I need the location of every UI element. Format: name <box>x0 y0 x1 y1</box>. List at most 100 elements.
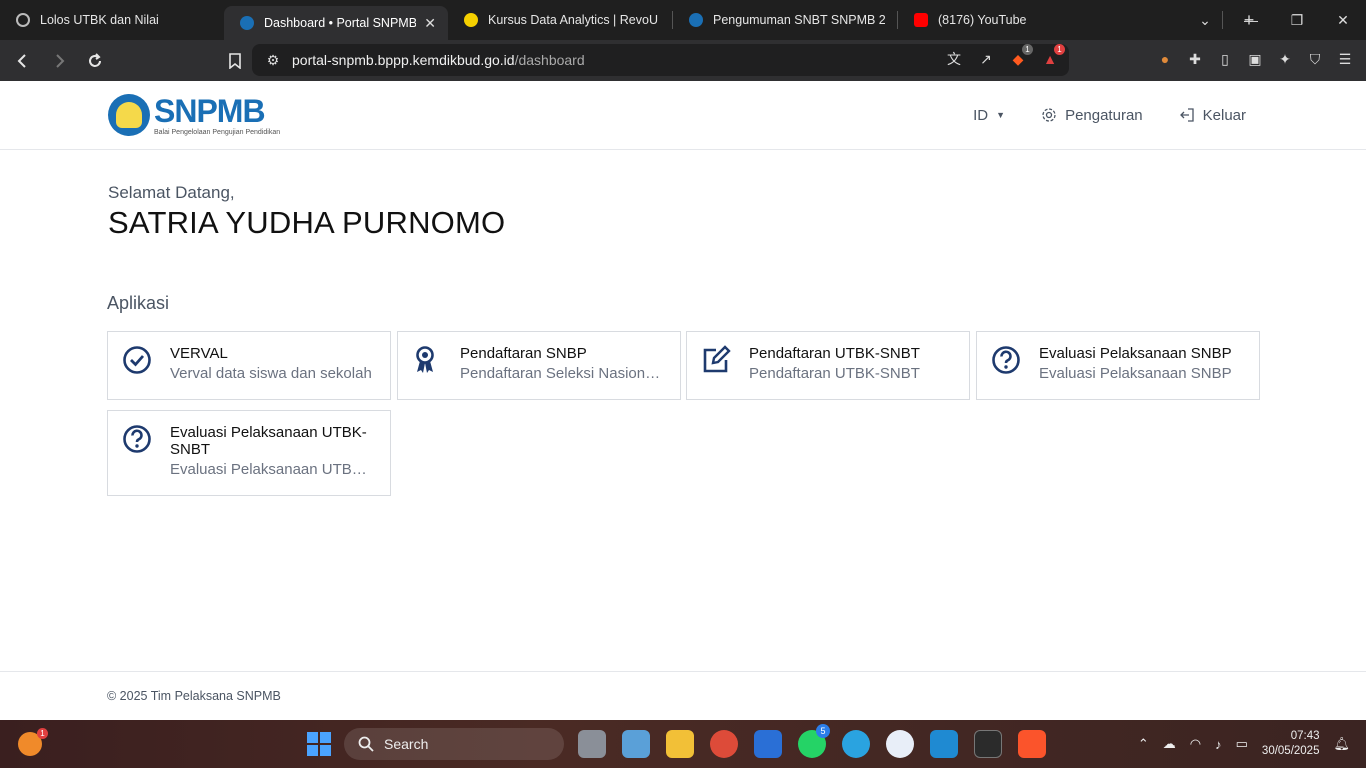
tab-pengumuman[interactable]: Pengumuman SNBT SNPMB 2025 <box>673 0 897 40</box>
extensions-puzzle-icon[interactable]: ✚ <box>1186 50 1204 68</box>
tab-lolos-utbk[interactable]: Lolos UTBK dan Nilai <box>0 0 224 40</box>
tab-list-icon[interactable]: ⌄ <box>1182 12 1228 29</box>
app-description: Evaluasi Pelaksanaan UTBK-S... <box>170 461 376 478</box>
shields-badge: 1 <box>1022 44 1033 55</box>
back-button[interactable] <box>8 46 38 76</box>
tab-title: Lolos UTBK dan Nilai <box>40 13 159 27</box>
brave-shields-icon[interactable]: ◆ 1 <box>1009 44 1033 68</box>
snpmb-logo[interactable]: SNPMB Balai Pengelolaan Pengujian Pendid… <box>108 94 280 136</box>
tab-revou[interactable]: Kursus Data Analytics | RevoU Mi <box>448 0 672 40</box>
onedrive-icon[interactable]: ☁ <box>1163 736 1176 752</box>
apps-heading: Aplikasi <box>107 293 170 313</box>
revou-icon <box>464 13 478 27</box>
language-label: ID <box>973 106 989 124</box>
clock-date: 30/05/2025 <box>1261 745 1320 757</box>
share-icon[interactable]: ↗ <box>977 50 995 68</box>
youtube-icon <box>914 13 928 27</box>
leo-ai-icon[interactable]: ✦ <box>1276 50 1294 68</box>
clock[interactable]: 07:43 30/05/2025 <box>1262 729 1320 759</box>
volume-icon[interactable]: ♪ <box>1215 737 1222 752</box>
forward-button[interactable] <box>44 46 74 76</box>
app-title: VERVAL <box>170 345 228 362</box>
logout-link[interactable]: Keluar <box>1179 107 1246 124</box>
settings-link[interactable]: Pengaturan <box>1041 107 1143 124</box>
notification-bell-icon[interactable]: 🔔︎ <box>1333 736 1350 752</box>
brave-rewards-icon[interactable]: ▲ 1 <box>1041 44 1065 68</box>
close-icon[interactable]: ✕ <box>424 15 436 32</box>
restore-button[interactable]: ❐ <box>1274 12 1320 29</box>
app-description: Evaluasi Pelaksanaan SNBP <box>1039 365 1232 382</box>
app-card-pendaftaran-snbp[interactable]: Pendaftaran SNBP Pendaftaran Seleksi Nas… <box>397 331 681 400</box>
logout-icon <box>1179 108 1194 122</box>
app-title: Evaluasi Pelaksanaan SNBP <box>1039 345 1232 362</box>
site-settings-icon[interactable]: ⚙ <box>264 51 282 69</box>
tab-title: (8176) YouTube <box>938 13 1027 27</box>
omnibox-actions: 文 ↗ ◆ 1 ▲ 1 <box>945 44 1065 68</box>
cookie-extension-icon[interactable]: ● <box>1156 50 1174 68</box>
header-menu: ID ▼ Pengaturan Keluar <box>973 107 1246 124</box>
reload-icon <box>89 52 101 67</box>
app-card-evaluasi-utbk[interactable]: Evaluasi Pelaksanaan UTBK-SNBT Evaluasi … <box>107 410 391 496</box>
app-card-verval[interactable]: VERVAL Verval data siswa dan sekolah <box>107 331 391 400</box>
bookmark-icon <box>229 52 241 69</box>
bookmark-button[interactable] <box>220 46 250 76</box>
logout-label: Keluar <box>1202 106 1246 124</box>
url-host: portal-snpmb.bppp.kemdikbud.go.id <box>292 52 515 68</box>
taskbar-search[interactable]: Search <box>344 728 564 760</box>
app-store-icon[interactable] <box>886 730 914 758</box>
brave-browser-icon[interactable] <box>1018 730 1046 758</box>
tab-youtube[interactable]: (8176) YouTube <box>898 0 1122 40</box>
wallet-icon[interactable]: ▣ <box>1246 50 1264 68</box>
minimize-button[interactable]: — <box>1228 12 1274 28</box>
battery-icon[interactable]: ▭ <box>1236 736 1248 752</box>
whatsapp-badge: 5 <box>816 724 830 738</box>
welcome-greeting: Selamat Datang, <box>108 183 235 202</box>
app-description: Pendaftaran UTBK-SNBT <box>749 365 920 382</box>
app-card-pendaftaran-utbk[interactable]: Pendaftaran UTBK-SNBT Pendaftaran UTBK-S… <box>686 331 970 400</box>
wifi-icon[interactable]: ◠ <box>1190 736 1201 752</box>
file-explorer-icon[interactable] <box>666 730 694 758</box>
sidebar-icon[interactable]: ▯ <box>1216 50 1234 68</box>
footer-copyright: © 2025 Tim Pelaksana SNPMB <box>107 689 281 703</box>
app-description: Verval data siswa dan sekolah <box>170 365 372 382</box>
telegram-icon[interactable] <box>842 730 870 758</box>
site-footer: © 2025 Tim Pelaksana SNPMB <box>0 671 1366 720</box>
check-circle-icon <box>123 346 151 374</box>
address-bar[interactable]: ⚙ portal-snpmb.bppp.kemdikbud.go.id/dash… <box>252 44 1069 76</box>
widgets-icon[interactable]: 1 <box>18 728 48 756</box>
vscode-icon[interactable] <box>930 730 958 758</box>
menu-icon[interactable]: ☰ <box>1336 50 1354 68</box>
app-title: Evaluasi Pelaksanaan UTBK-SNBT <box>170 424 367 458</box>
windows-taskbar: 1 Search 5 ⌃ ☁ ◠ ♪ ▭ 07:43 30/05/2025 🔔︎ <box>0 720 1366 768</box>
task-view-icon[interactable] <box>578 730 606 758</box>
settings-label: Pengaturan <box>1065 106 1143 124</box>
vpn-shield-icon[interactable]: ⛉ <box>1306 50 1324 68</box>
widgets-badge: 1 <box>37 728 48 739</box>
forward-arrow-icon <box>56 53 65 68</box>
clock-time: 07:43 <box>1290 730 1320 742</box>
cloud-app-icon[interactable] <box>754 730 782 758</box>
site-header: SNPMB Balai Pengelolaan Pengujian Pendid… <box>0 81 1366 150</box>
tab-dashboard[interactable]: Dashboard • Portal SNPMB ✕ <box>224 6 448 40</box>
reload-button[interactable] <box>80 46 110 76</box>
globe-icon <box>16 13 30 27</box>
tab-title: Kursus Data Analytics | RevoU Mi <box>488 13 660 27</box>
translate-icon[interactable]: 文 <box>945 50 963 68</box>
terminal-icon[interactable] <box>974 730 1002 758</box>
photos-app-icon[interactable] <box>622 730 650 758</box>
start-button[interactable] <box>307 732 331 756</box>
chevron-up-icon[interactable]: ⌃ <box>1138 736 1149 752</box>
logo-wordmark: SNPMB <box>154 92 266 129</box>
search-label: Search <box>384 736 429 752</box>
browser-tab-strip: Lolos UTBK dan Nilai Dashboard • Portal … <box>0 0 1366 40</box>
language-selector[interactable]: ID ▼ <box>973 107 1005 124</box>
close-window-button[interactable]: ✕ <box>1320 12 1366 29</box>
edit-icon <box>703 345 731 373</box>
kemdikbud-icon <box>689 13 703 27</box>
chrome-icon[interactable] <box>710 730 738 758</box>
question-circle-icon <box>992 346 1020 374</box>
extension-icons: ● ✚ ▯ ▣ ✦ ⛉ ☰ <box>1156 50 1354 68</box>
tab-title: Pengumuman SNBT SNPMB 2025 <box>713 13 885 27</box>
app-card-evaluasi-snbp[interactable]: Evaluasi Pelaksanaan SNBP Evaluasi Pelak… <box>976 331 1260 400</box>
whatsapp-icon[interactable]: 5 <box>798 724 830 758</box>
